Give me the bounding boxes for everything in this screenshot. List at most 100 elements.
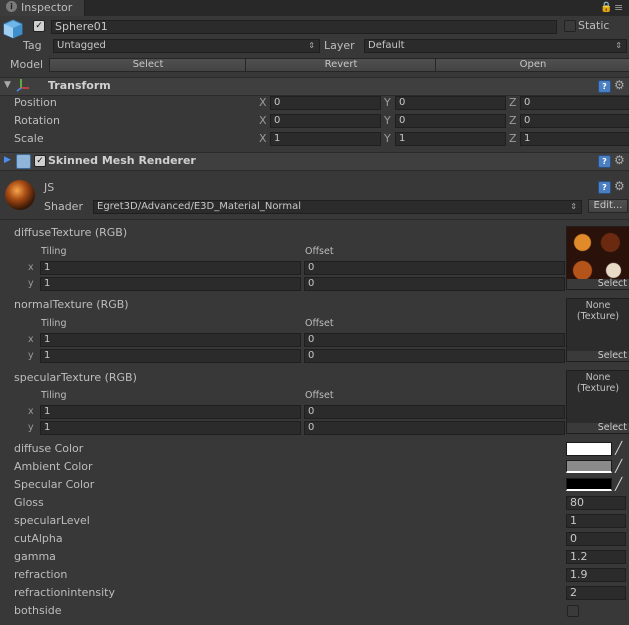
offset-label: Offset <box>305 318 334 329</box>
eyedropper-icon[interactable]: ╱ <box>615 459 622 473</box>
specular-texture-slot[interactable]: None (Texture) Select <box>566 370 629 434</box>
specular-level-field[interactable]: 1 <box>566 514 626 528</box>
bothside-checkbox[interactable] <box>567 605 579 617</box>
bothside-label: bothside <box>14 604 62 617</box>
axis-x-label: x <box>28 406 34 417</box>
refraction-field[interactable]: 1.9 <box>566 568 626 582</box>
specular-level-label: specularLevel <box>14 514 90 527</box>
eyedropper-icon[interactable]: ╱ <box>615 441 622 455</box>
shader-dropdown[interactable]: Egret3D/Advanced/E3D_Material_Normal <box>93 200 582 214</box>
tab-inspector[interactable]: i Inspector <box>0 0 85 16</box>
scale-x-field[interactable]: 1 <box>270 132 381 146</box>
model-label: Model <box>10 58 44 71</box>
axis-y-label: y <box>28 350 34 361</box>
axis-y-label: y <box>28 422 34 433</box>
help-icon[interactable]: ? <box>598 181 611 194</box>
offset-x-field[interactable]: 0 <box>304 333 565 347</box>
tiling-label: Tiling <box>41 390 67 401</box>
refraction-intensity-field[interactable]: 2 <box>566 586 626 600</box>
scale-label: Scale <box>14 132 44 145</box>
menu-icon[interactable]: ≡ <box>614 1 623 14</box>
rotation-y-field[interactable]: 0 <box>395 114 506 128</box>
material-preview-icon <box>5 180 35 210</box>
offset-label: Offset <box>305 246 334 257</box>
model-select-button[interactable]: Select <box>49 58 247 72</box>
static-label: Static <box>578 19 610 32</box>
diffuse-color-label: diffuse Color <box>14 442 84 455</box>
name-field[interactable]: Sphere01 <box>51 20 557 34</box>
axis-x-label: x <box>28 262 34 273</box>
refraction-intensity-label: refractionintensity <box>14 586 115 599</box>
tiling-x-field[interactable]: 1 <box>40 261 301 275</box>
active-checkbox[interactable]: ✓ <box>33 20 45 32</box>
offset-y-field[interactable]: 0 <box>304 421 565 435</box>
gamma-field[interactable]: 1.2 <box>566 550 626 564</box>
gloss-field[interactable]: 80 <box>566 496 626 510</box>
tiling-label: Tiling <box>41 246 67 257</box>
tiling-y-field[interactable]: 1 <box>40 277 301 291</box>
diffuse-texture-slot[interactable]: Select <box>566 226 629 290</box>
diffuse-color-swatch[interactable] <box>566 442 612 456</box>
tiling-x-field[interactable]: 1 <box>40 333 301 347</box>
axis-x-label: X <box>259 96 267 109</box>
model-revert-button[interactable]: Revert <box>245 58 437 72</box>
shader-edit-button[interactable]: Edit... <box>588 199 628 213</box>
position-z-field[interactable]: 0 <box>520 96 629 110</box>
scale-y-field[interactable]: 1 <box>395 132 506 146</box>
layer-dropdown[interactable]: Default <box>364 39 627 53</box>
offset-y-field[interactable]: 0 <box>304 277 565 291</box>
normal-texture-slot[interactable]: None (Texture) Select <box>566 298 629 362</box>
renderer-enabled-checkbox[interactable]: ✓ <box>34 155 46 167</box>
gear-icon[interactable]: ⚙ <box>614 180 625 192</box>
foldout-collapsed-icon[interactable]: ▶ <box>4 155 11 165</box>
select-button[interactable]: Select <box>567 279 629 289</box>
offset-label: Offset <box>305 390 334 401</box>
divider <box>0 219 629 220</box>
offset-y-field[interactable]: 0 <box>304 349 565 363</box>
axis-z-label: Z <box>509 96 517 109</box>
eyedropper-icon[interactable]: ╱ <box>615 477 622 491</box>
select-button[interactable]: Select <box>567 423 629 433</box>
static-checkbox[interactable] <box>564 20 576 32</box>
ambient-color-label: Ambient Color <box>14 460 93 473</box>
rotation-x-field[interactable]: 0 <box>270 114 381 128</box>
cut-alpha-label: cutAlpha <box>14 532 63 545</box>
model-open-button[interactable]: Open <box>435 58 629 72</box>
axis-y-label: y <box>28 278 34 289</box>
position-label: Position <box>14 96 57 109</box>
none-texture-label: None (Texture) <box>576 372 620 394</box>
info-icon: i <box>6 1 17 12</box>
tiling-y-field[interactable]: 1 <box>40 421 301 435</box>
lock-icon[interactable]: 🔒 <box>600 2 612 13</box>
position-y-field[interactable]: 0 <box>395 96 506 110</box>
scale-z-field[interactable]: 1 <box>520 132 629 146</box>
tiling-y-field[interactable]: 1 <box>40 349 301 363</box>
offset-x-field[interactable]: 0 <box>304 261 565 275</box>
axis-y-label: Y <box>384 132 391 145</box>
mesh-renderer-icon <box>16 154 31 169</box>
help-icon[interactable]: ? <box>598 155 611 168</box>
tiling-label: Tiling <box>41 318 67 329</box>
foldout-arrow-icon[interactable]: ▼ <box>4 80 11 90</box>
gear-icon[interactable]: ⚙ <box>614 154 625 166</box>
tiling-x-field[interactable]: 1 <box>40 405 301 419</box>
specular-color-swatch[interactable] <box>566 478 612 491</box>
renderer-title: Skinned Mesh Renderer <box>48 154 196 167</box>
tab-bar <box>0 0 629 16</box>
tab-label: Inspector <box>21 1 73 14</box>
select-button[interactable]: Select <box>567 351 629 361</box>
tag-label: Tag <box>23 39 42 52</box>
position-x-field[interactable]: 0 <box>270 96 381 110</box>
rotation-z-field[interactable]: 0 <box>520 114 629 128</box>
tag-dropdown[interactable]: Untagged <box>53 39 320 53</box>
gamma-label: gamma <box>14 550 56 563</box>
gear-icon[interactable]: ⚙ <box>614 79 625 91</box>
transform-icon <box>16 78 30 92</box>
cut-alpha-field[interactable]: 0 <box>566 532 626 546</box>
specular-color-label: Specular Color <box>14 478 95 491</box>
offset-x-field[interactable]: 0 <box>304 405 565 419</box>
help-icon[interactable]: ? <box>598 80 611 93</box>
ambient-color-swatch[interactable] <box>566 460 612 473</box>
axis-z-label: Z <box>509 114 517 127</box>
axis-x-label: X <box>259 132 267 145</box>
